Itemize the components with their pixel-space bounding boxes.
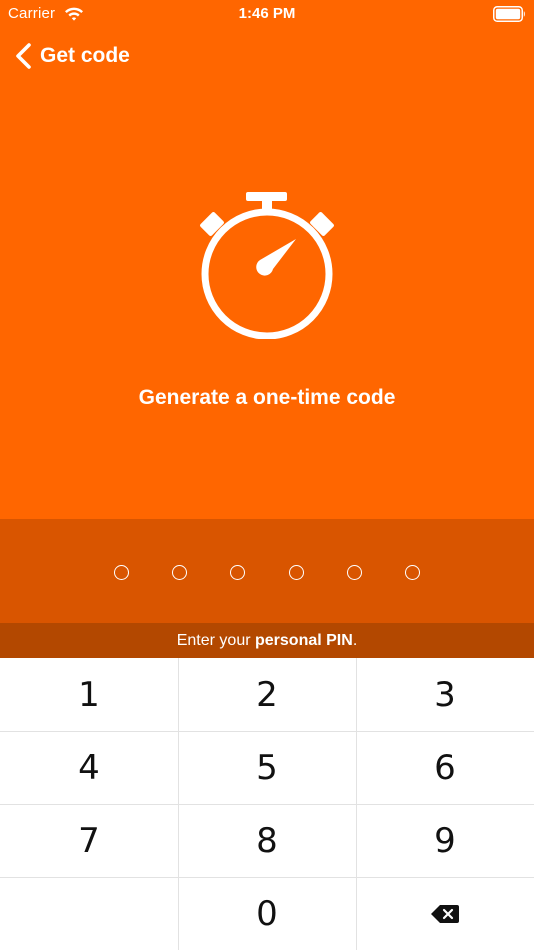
pin-dot bbox=[405, 565, 420, 580]
pin-dot bbox=[114, 565, 129, 580]
pin-hint-prefix: Enter your bbox=[176, 631, 255, 649]
keypad-divider bbox=[0, 731, 534, 732]
key-6[interactable]: 6 bbox=[356, 731, 534, 804]
keypad-divider bbox=[0, 804, 534, 805]
key-0[interactable]: 0 bbox=[178, 877, 356, 950]
key-1[interactable]: 1 bbox=[0, 658, 178, 731]
key-7[interactable]: 7 bbox=[0, 804, 178, 877]
navigation-bar: Get code bbox=[0, 36, 534, 76]
key-9[interactable]: 9 bbox=[356, 804, 534, 877]
battery-icon bbox=[493, 6, 525, 22]
status-bar: Carrier 1:46 PM bbox=[0, 0, 534, 28]
pin-indicator bbox=[0, 519, 534, 623]
numeric-keypad: 1 2 3 4 5 6 7 8 9 0 bbox=[0, 658, 534, 950]
key-8[interactable]: 8 bbox=[178, 804, 356, 877]
get-code-screen: Carrier 1:46 PM Get code Generate a one-… bbox=[0, 0, 534, 950]
pin-dot bbox=[230, 565, 245, 580]
stopwatch-icon bbox=[200, 192, 334, 339]
key-empty bbox=[0, 877, 178, 950]
hero-title: Generate a one-time code bbox=[138, 386, 396, 409]
key-4[interactable]: 4 bbox=[0, 731, 178, 804]
back-button[interactable]: Get code bbox=[14, 39, 130, 73]
keypad-divider bbox=[0, 877, 534, 878]
pin-hint-emphasis: personal PIN bbox=[255, 631, 353, 649]
back-button-label: Get code bbox=[40, 44, 130, 67]
hero-section: Carrier 1:46 PM Get code Generate a one-… bbox=[0, 0, 534, 519]
pin-dot bbox=[347, 565, 362, 580]
pin-dot bbox=[172, 565, 187, 580]
chevron-left-icon bbox=[16, 43, 31, 69]
key-5[interactable]: 5 bbox=[178, 731, 356, 804]
key-3[interactable]: 3 bbox=[356, 658, 534, 731]
backspace-button[interactable] bbox=[356, 877, 534, 950]
pin-hint: Enter your personal PIN . bbox=[0, 623, 534, 658]
pin-dot bbox=[289, 565, 304, 580]
status-time: 1:46 PM bbox=[238, 5, 296, 22]
key-2[interactable]: 2 bbox=[178, 658, 356, 731]
pin-hint-suffix: . bbox=[352, 631, 358, 649]
backspace-icon bbox=[431, 904, 459, 923]
